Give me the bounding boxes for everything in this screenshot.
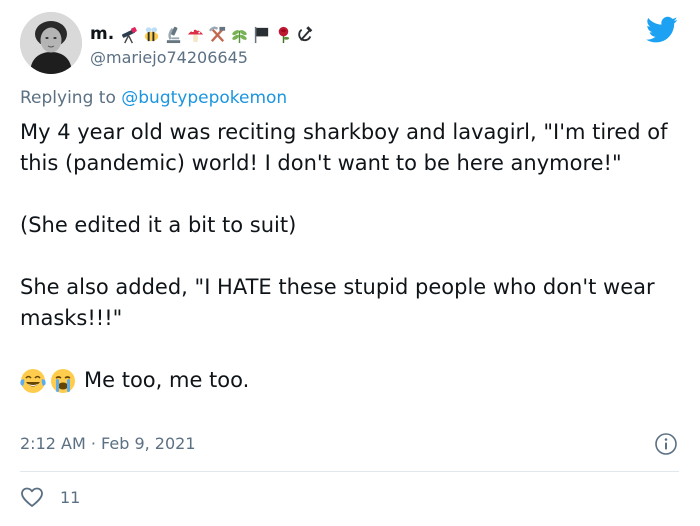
rose-emoji <box>274 25 293 44</box>
herb-emoji <box>230 25 249 44</box>
display-name-row[interactable]: m. <box>90 22 315 46</box>
like-count: 11 <box>60 487 81 507</box>
avatar-image <box>20 12 82 74</box>
tweet-paragraph-4: Me too, me too. <box>84 368 250 392</box>
reply-context: Replying to @bugtypepokemon <box>20 88 287 108</box>
bee-emoji <box>142 25 161 44</box>
twitter-bird-icon[interactable] <box>646 16 678 44</box>
hammer-sickle-emoji <box>296 25 315 44</box>
hammer-pick-emoji <box>208 25 227 44</box>
tweet-paragraph-4-row: Me too, me too. <box>20 365 685 396</box>
loudly-crying-emoji <box>50 368 76 394</box>
display-name[interactable]: m. <box>90 24 114 44</box>
avatar[interactable] <box>20 12 82 74</box>
user-handle[interactable]: @mariejo74206645 <box>90 48 248 67</box>
tweet-paragraph-2: (She edited it a bit to suit) <box>20 213 297 237</box>
reply-mention-link[interactable]: @bugtypepokemon <box>121 88 287 108</box>
tears-of-joy-emoji <box>20 368 46 394</box>
reply-prefix: Replying to <box>20 88 116 108</box>
mushroom-emoji <box>186 25 205 44</box>
telescope-emoji <box>120 25 139 44</box>
like-button[interactable]: 11 <box>20 484 80 510</box>
tweet-paragraph-1: My 4 year old was reciting sharkboy and … <box>20 120 675 175</box>
action-divider <box>20 471 679 472</box>
heart-icon[interactable] <box>20 485 44 509</box>
tweet-paragraph-3: She also added, "I HATE these stupid peo… <box>20 275 662 330</box>
name-emoji-row <box>120 25 315 44</box>
tweet-card: m. @mariejo74206645 Replying to @bugtype… <box>0 0 700 526</box>
black-flag-emoji <box>252 25 271 44</box>
tweet-timestamp[interactable]: 2:12 AM · Feb 9, 2021 <box>20 434 196 453</box>
microscope-emoji <box>164 25 183 44</box>
tweet-text: My 4 year old was reciting sharkboy and … <box>20 117 685 396</box>
info-icon[interactable] <box>654 432 678 456</box>
